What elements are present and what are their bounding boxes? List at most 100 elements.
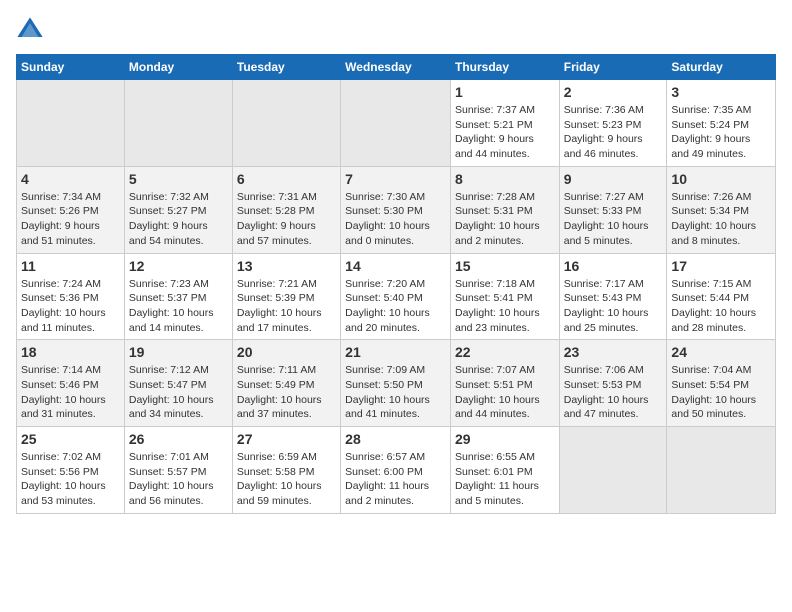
- calendar-cell: 11 Sunrise: 7:24 AM Sunset: 5:36 PM Dayli…: [17, 253, 125, 340]
- calendar-cell: 18 Sunrise: 7:14 AM Sunset: 5:46 PM Dayli…: [17, 340, 125, 427]
- day-info: Sunrise: 7:07 AM Sunset: 5:51 PM Dayligh…: [455, 363, 555, 422]
- calendar-body: 1 Sunrise: 7:37 AM Sunset: 5:21 PM Daylig…: [17, 80, 776, 514]
- calendar-cell: 1 Sunrise: 7:37 AM Sunset: 5:21 PM Daylig…: [450, 80, 559, 167]
- day-number: 21: [345, 344, 446, 360]
- calendar-week-row: 4 Sunrise: 7:34 AM Sunset: 5:26 PM Daylig…: [17, 166, 776, 253]
- day-number: 8: [455, 171, 555, 187]
- day-number: 1: [455, 84, 555, 100]
- calendar-cell: 2 Sunrise: 7:36 AM Sunset: 5:23 PM Daylig…: [559, 80, 667, 167]
- calendar-cell: 8Sunrise: 7:28 AM Sunset: 5:31 PM Daylig…: [450, 166, 559, 253]
- day-info: Sunrise: 7:32 AM Sunset: 5:27 PM Dayligh…: [129, 190, 228, 249]
- weekday-header: Saturday: [667, 55, 776, 80]
- day-info: Sunrise: 7:11 AM Sunset: 5:49 PM Dayligh…: [237, 363, 336, 422]
- day-info: Sunrise: 7:26 AM Sunset: 5:34 PM Dayligh…: [671, 190, 771, 249]
- day-number: 10: [671, 171, 771, 187]
- day-number: 28: [345, 431, 446, 447]
- calendar-cell: 21Sunrise: 7:09 AM Sunset: 5:50 PM Dayli…: [341, 340, 451, 427]
- calendar-cell: 25 Sunrise: 7:02 AM Sunset: 5:56 PM Dayli…: [17, 427, 125, 514]
- day-number: 27: [237, 431, 336, 447]
- calendar-cell: 7 Sunrise: 7:30 AM Sunset: 5:30 PM Daylig…: [341, 166, 451, 253]
- logo-icon: [16, 16, 44, 44]
- day-number: 14: [345, 258, 446, 274]
- day-number: 2: [564, 84, 663, 100]
- calendar-cell: 26 Sunrise: 7:01 AM Sunset: 5:57 PM Dayli…: [124, 427, 232, 514]
- day-number: 16: [564, 258, 663, 274]
- calendar-week-row: 25 Sunrise: 7:02 AM Sunset: 5:56 PM Dayli…: [17, 427, 776, 514]
- day-info: Sunrise: 7:34 AM Sunset: 5:26 PM Dayligh…: [21, 190, 120, 249]
- day-info: Sunrise: 7:02 AM Sunset: 5:56 PM Dayligh…: [21, 450, 120, 509]
- day-number: 11: [21, 258, 120, 274]
- calendar-cell: [559, 427, 667, 514]
- day-info: Sunrise: 7:04 AM Sunset: 5:54 PM Dayligh…: [671, 363, 771, 422]
- day-info: Sunrise: 7:35 AM Sunset: 5:24 PM Dayligh…: [671, 103, 771, 162]
- calendar-cell: [17, 80, 125, 167]
- day-info: Sunrise: 7:36 AM Sunset: 5:23 PM Dayligh…: [564, 103, 663, 162]
- weekday-header: Friday: [559, 55, 667, 80]
- calendar-cell: 14 Sunrise: 7:20 AM Sunset: 5:40 PM Dayli…: [341, 253, 451, 340]
- day-number: 20: [237, 344, 336, 360]
- day-number: 6: [237, 171, 336, 187]
- day-info: Sunrise: 7:30 AM Sunset: 5:30 PM Dayligh…: [345, 190, 446, 249]
- calendar-cell: [667, 427, 776, 514]
- day-info: Sunrise: 7:37 AM Sunset: 5:21 PM Dayligh…: [455, 103, 555, 162]
- weekday-row: SundayMondayTuesdayWednesdayThursdayFrid…: [17, 55, 776, 80]
- calendar-cell: [124, 80, 232, 167]
- day-info: Sunrise: 7:23 AM Sunset: 5:37 PM Dayligh…: [129, 277, 228, 336]
- calendar-cell: 9 Sunrise: 7:27 AM Sunset: 5:33 PM Daylig…: [559, 166, 667, 253]
- calendar-cell: 12 Sunrise: 7:23 AM Sunset: 5:37 PM Dayli…: [124, 253, 232, 340]
- calendar-cell: 15 Sunrise: 7:18 AM Sunset: 5:41 PM Dayli…: [450, 253, 559, 340]
- calendar-cell: 16 Sunrise: 7:17 AM Sunset: 5:43 PM Dayli…: [559, 253, 667, 340]
- day-info: Sunrise: 7:27 AM Sunset: 5:33 PM Dayligh…: [564, 190, 663, 249]
- day-number: 24: [671, 344, 771, 360]
- calendar-cell: 27 Sunrise: 6:59 AM Sunset: 5:58 PM Dayli…: [232, 427, 340, 514]
- calendar-cell: 4 Sunrise: 7:34 AM Sunset: 5:26 PM Daylig…: [17, 166, 125, 253]
- weekday-header: Sunday: [17, 55, 125, 80]
- day-number: 18: [21, 344, 120, 360]
- day-number: 3: [671, 84, 771, 100]
- day-number: 25: [21, 431, 120, 447]
- day-number: 29: [455, 431, 555, 447]
- day-info: Sunrise: 7:17 AM Sunset: 5:43 PM Dayligh…: [564, 277, 663, 336]
- calendar-header: SundayMondayTuesdayWednesdayThursdayFrid…: [17, 55, 776, 80]
- calendar-cell: 19Sunrise: 7:12 AM Sunset: 5:47 PM Dayli…: [124, 340, 232, 427]
- day-number: 7: [345, 171, 446, 187]
- calendar-cell: 24 Sunrise: 7:04 AM Sunset: 5:54 PM Dayli…: [667, 340, 776, 427]
- day-info: Sunrise: 7:24 AM Sunset: 5:36 PM Dayligh…: [21, 277, 120, 336]
- logo: [16, 16, 48, 44]
- day-info: Sunrise: 7:20 AM Sunset: 5:40 PM Dayligh…: [345, 277, 446, 336]
- day-info: Sunrise: 7:01 AM Sunset: 5:57 PM Dayligh…: [129, 450, 228, 509]
- day-number: 22: [455, 344, 555, 360]
- day-number: 5: [129, 171, 228, 187]
- calendar-cell: [341, 80, 451, 167]
- calendar-week-row: 11 Sunrise: 7:24 AM Sunset: 5:36 PM Dayli…: [17, 253, 776, 340]
- day-info: Sunrise: 6:57 AM Sunset: 6:00 PM Dayligh…: [345, 450, 446, 509]
- day-info: Sunrise: 7:15 AM Sunset: 5:44 PM Dayligh…: [671, 277, 771, 336]
- calendar-cell: 13 Sunrise: 7:21 AM Sunset: 5:39 PM Dayli…: [232, 253, 340, 340]
- day-number: 13: [237, 258, 336, 274]
- weekday-header: Wednesday: [341, 55, 451, 80]
- weekday-header: Monday: [124, 55, 232, 80]
- day-number: 9: [564, 171, 663, 187]
- calendar-cell: 28 Sunrise: 6:57 AM Sunset: 6:00 PM Dayli…: [341, 427, 451, 514]
- weekday-header: Tuesday: [232, 55, 340, 80]
- calendar-cell: 3 Sunrise: 7:35 AM Sunset: 5:24 PM Daylig…: [667, 80, 776, 167]
- day-number: 23: [564, 344, 663, 360]
- calendar-cell: [232, 80, 340, 167]
- day-number: 15: [455, 258, 555, 274]
- calendar-cell: 23Sunrise: 7:06 AM Sunset: 5:53 PM Dayli…: [559, 340, 667, 427]
- day-number: 12: [129, 258, 228, 274]
- calendar-week-row: 18 Sunrise: 7:14 AM Sunset: 5:46 PM Dayli…: [17, 340, 776, 427]
- calendar-table: SundayMondayTuesdayWednesdayThursdayFrid…: [16, 54, 776, 514]
- calendar-cell: 22 Sunrise: 7:07 AM Sunset: 5:51 PM Dayli…: [450, 340, 559, 427]
- day-info: Sunrise: 6:55 AM Sunset: 6:01 PM Dayligh…: [455, 450, 555, 509]
- day-info: Sunrise: 7:18 AM Sunset: 5:41 PM Dayligh…: [455, 277, 555, 336]
- day-number: 26: [129, 431, 228, 447]
- calendar-cell: 17Sunrise: 7:15 AM Sunset: 5:44 PM Dayli…: [667, 253, 776, 340]
- calendar-cell: 29 Sunrise: 6:55 AM Sunset: 6:01 PM Dayli…: [450, 427, 559, 514]
- day-info: Sunrise: 6:59 AM Sunset: 5:58 PM Dayligh…: [237, 450, 336, 509]
- calendar-cell: 6Sunrise: 7:31 AM Sunset: 5:28 PM Daylig…: [232, 166, 340, 253]
- day-number: 4: [21, 171, 120, 187]
- weekday-header: Thursday: [450, 55, 559, 80]
- day-info: Sunrise: 7:14 AM Sunset: 5:46 PM Dayligh…: [21, 363, 120, 422]
- day-info: Sunrise: 7:21 AM Sunset: 5:39 PM Dayligh…: [237, 277, 336, 336]
